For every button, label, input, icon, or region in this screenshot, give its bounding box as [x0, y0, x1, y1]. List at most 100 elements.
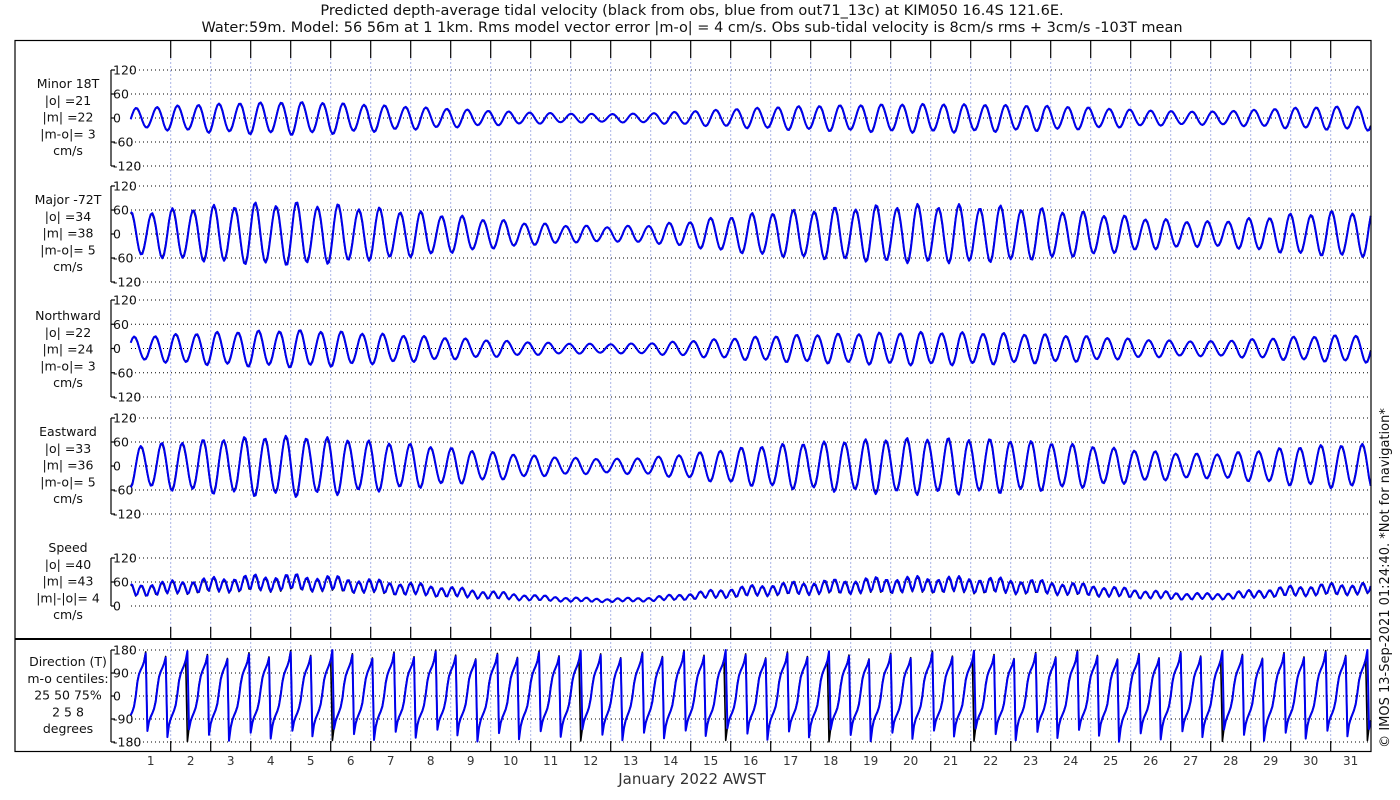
x-axis-label: January 2022 AWST: [617, 770, 766, 788]
x-tick-label: 1: [147, 754, 155, 768]
x-tick-label: 27: [1183, 754, 1198, 768]
minor-panel-label: cm/s: [53, 143, 83, 158]
y-tick-label: -60: [113, 483, 133, 498]
speed-panel-label: |m|-|o|= 4: [36, 590, 100, 605]
x-tick-label: 13: [623, 754, 638, 768]
north-panel-label: |m| =24: [43, 342, 94, 357]
y-tick-label: -120: [113, 159, 141, 174]
x-tick-label: 26: [1143, 754, 1158, 768]
y-tick-label: 0: [113, 341, 121, 356]
x-tick-label: 21: [943, 754, 958, 768]
dir-panel-label: Direction (T): [29, 654, 107, 669]
y-tick-label: -120: [113, 507, 141, 522]
x-tick-label: 28: [1223, 754, 1238, 768]
y-tick-label: 120: [113, 411, 137, 426]
y-tick-label: 60: [113, 575, 129, 590]
major-panel-label: |m-o|= 5: [40, 242, 95, 257]
minor-panel-label: Minor 18T: [37, 76, 100, 91]
major-panel-label: |o| =34: [45, 209, 91, 224]
x-tick-label: 2: [187, 754, 195, 768]
minor-panel-label: |m-o|= 3: [40, 126, 95, 141]
speed-panel-label: cm/s: [53, 607, 83, 622]
x-tick-label: 29: [1263, 754, 1278, 768]
chart-title-line-2: Water:59m. Model: 56 56m at 1 1km. Rms m…: [201, 20, 1182, 36]
x-tick-label: 23: [1023, 754, 1038, 768]
x-tick-label: 11: [543, 754, 558, 768]
x-tick-label: 9: [467, 754, 475, 768]
major-panel-label: Major -72T: [35, 192, 102, 207]
minor-panel-label: |o| =21: [45, 93, 91, 108]
x-tick-label: 5: [307, 754, 315, 768]
east-obs-series: [129, 436, 1372, 497]
y-tick-label: -120: [113, 390, 141, 405]
major-model-series: [130, 201, 1372, 266]
north-panel-label: |o| =22: [45, 325, 91, 340]
major-panel-label: |m| =38: [43, 226, 94, 241]
y-tick-label: 60: [113, 87, 129, 102]
y-tick-label: -60: [113, 365, 133, 380]
dir-panel-label: 2 5 8: [52, 704, 84, 719]
speed-panel-label: |o| =40: [45, 557, 91, 572]
y-tick-label: 0: [113, 599, 121, 614]
gridlines: [131, 58, 1371, 751]
minor-model-series: [129, 101, 1372, 136]
east-model-series: [129, 434, 1372, 498]
x-tick-label: 7: [387, 754, 395, 768]
north-panel-label: cm/s: [53, 375, 83, 390]
major-obs-series: [130, 203, 1372, 265]
tidal-velocity-figure: Predicted depth-average tidal velocity (…: [14, 3, 1393, 788]
north-panel-label: Northward: [35, 308, 101, 323]
x-tick-label: 3: [227, 754, 235, 768]
north-model-series: [129, 329, 1372, 369]
y-tick-label: 0: [113, 689, 121, 704]
chart-title-line-1: Predicted depth-average tidal velocity (…: [320, 3, 1063, 19]
north-panel-label: |m-o|= 3: [40, 358, 95, 373]
y-tick-label: 120: [113, 179, 137, 194]
speed-panel-label: |m| =43: [43, 574, 94, 589]
east-panel-label: |o| =33: [45, 441, 91, 456]
x-tick-label: 25: [1103, 754, 1118, 768]
major-panel-label: cm/s: [53, 259, 83, 274]
dir-obs-series: [129, 649, 1372, 743]
y-tick-label: 120: [113, 293, 137, 308]
y-tick-label: 0: [113, 111, 121, 126]
x-tick-label: 30: [1303, 754, 1318, 768]
x-tick-label: 31: [1343, 754, 1358, 768]
east-panel-label: |m| =36: [43, 458, 94, 473]
y-tick-label: 60: [113, 317, 129, 332]
x-tick-label: 16: [743, 754, 758, 768]
x-tick-label: 15: [703, 754, 718, 768]
east-panel-label: |m-o|= 5: [40, 474, 95, 489]
x-tick-label: 19: [863, 754, 878, 768]
dir-panel-label: 25 50 75%: [34, 688, 102, 703]
y-tick-label: 60: [113, 435, 129, 450]
y-tick-label: 0: [113, 227, 121, 242]
east-panel-label: cm/s: [53, 491, 83, 506]
east-panel-label: Eastward: [39, 424, 97, 439]
y-tick-label: 60: [113, 203, 129, 218]
y-tick-label: 180: [113, 643, 137, 658]
x-tick-label: 18: [823, 754, 838, 768]
minor-panel-label: |m| =22: [43, 110, 94, 125]
x-tick-label: 24: [1063, 754, 1078, 768]
x-tick-label: 12: [583, 754, 598, 768]
y-tick-label: 120: [113, 551, 137, 566]
figure-frame: [14, 39, 1372, 753]
y-tick-label: 0: [113, 459, 121, 474]
dir-panel-label: m-o centiles:: [27, 671, 108, 686]
y-tick-label: 90: [113, 666, 129, 681]
y-tick-label: 120: [113, 63, 137, 78]
x-tick-label: 4: [267, 754, 275, 768]
speed-panel-label: Speed: [48, 540, 87, 555]
x-tick-label: 8: [427, 754, 435, 768]
x-tick-label: 22: [983, 754, 998, 768]
x-tick-label: 14: [663, 754, 678, 768]
y-tick-label: -60: [113, 251, 133, 266]
y-tick-label: -60: [113, 135, 133, 150]
dir-model-series: [129, 649, 1372, 743]
series-lines: [129, 101, 1372, 743]
y-tick-label: -180: [113, 735, 141, 750]
x-tick-label: 10: [503, 754, 518, 768]
dir-panel-label: degrees: [43, 721, 93, 736]
copyright-note: © IMOS 13-Sep-2021 01:24:40. *Not for na…: [1378, 408, 1393, 748]
